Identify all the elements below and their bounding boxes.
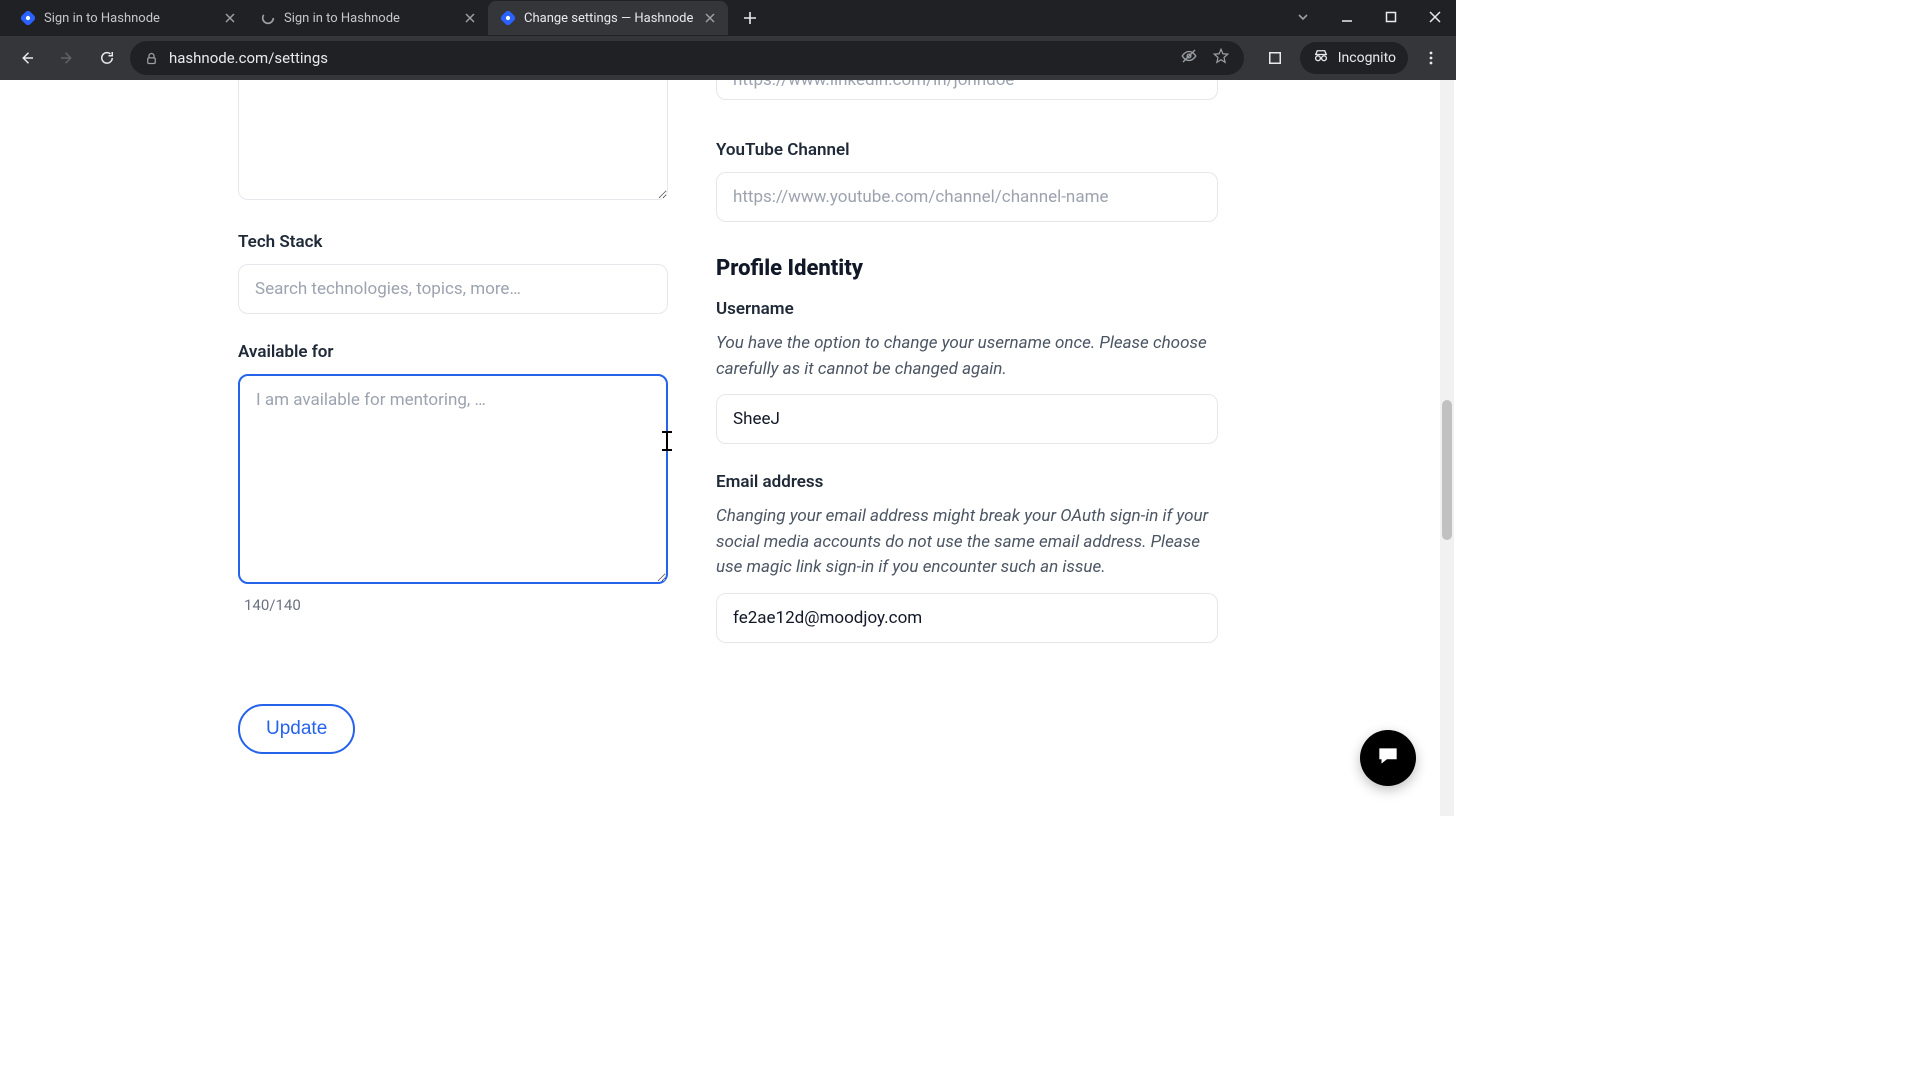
- available-for-label: Available for: [238, 342, 668, 362]
- browser-toolbar: hashnode.com/settings Incognito: [0, 36, 1456, 80]
- close-window-button[interactable]: [1420, 11, 1450, 23]
- reload-button[interactable]: [90, 41, 124, 75]
- chat-launcher-button[interactable]: [1360, 730, 1416, 786]
- loading-spinner-icon: [260, 10, 276, 26]
- incognito-icon: [1312, 47, 1330, 69]
- vertical-scrollbar[interactable]: [1440, 80, 1454, 816]
- lock-icon: [144, 51, 159, 66]
- tab-title: Sign in to Hashnode: [284, 11, 454, 26]
- right-column: https://www.linkedin.com/in/johndoe YouT…: [716, 80, 1218, 754]
- username-note: You have the option to change your usern…: [716, 331, 1218, 382]
- tab-search-icon[interactable]: [1288, 10, 1318, 24]
- email-input[interactable]: [716, 593, 1218, 643]
- linkedin-placeholder: https://www.linkedin.com/in/johndoe: [733, 80, 1014, 90]
- youtube-label: YouTube Channel: [716, 140, 1218, 160]
- browser-tab-0[interactable]: Sign in to Hashnode: [8, 1, 248, 35]
- back-button[interactable]: [10, 41, 44, 75]
- page-viewport: Tech Stack Available for 140/140 Update …: [0, 80, 1456, 816]
- tab-strip: Sign in to Hashnode Sign in to Hashnode …: [0, 0, 1456, 36]
- about-textarea[interactable]: [238, 80, 668, 200]
- profile-identity-title: Profile Identity: [716, 256, 1218, 281]
- minimize-button[interactable]: [1332, 11, 1362, 23]
- email-label: Email address: [716, 472, 1218, 492]
- url-text: hashnode.com/settings: [169, 49, 1170, 67]
- scrollbar-thumb[interactable]: [1442, 400, 1452, 540]
- tech-stack-label: Tech Stack: [238, 232, 668, 252]
- username-input[interactable]: [716, 394, 1218, 444]
- update-button[interactable]: Update: [238, 704, 355, 754]
- eye-off-icon[interactable]: [1180, 47, 1198, 69]
- new-tab-button[interactable]: [736, 4, 764, 32]
- available-for-char-count: 140/140: [244, 596, 668, 614]
- bookmark-star-icon[interactable]: [1212, 47, 1230, 69]
- tab-title: Change settings — Hashnode: [524, 11, 694, 26]
- incognito-badge[interactable]: Incognito: [1300, 42, 1408, 74]
- chat-icon: [1375, 743, 1401, 773]
- username-label: Username: [716, 299, 1218, 319]
- tech-stack-search-input[interactable]: [238, 264, 668, 314]
- close-icon[interactable]: [222, 10, 238, 26]
- incognito-label: Incognito: [1338, 50, 1396, 66]
- chrome-menu-button[interactable]: [1416, 50, 1446, 66]
- browser-chrome: Sign in to Hashnode Sign in to Hashnode …: [0, 0, 1456, 80]
- linkedin-input[interactable]: https://www.linkedin.com/in/johndoe: [716, 80, 1218, 100]
- forward-button[interactable]: [50, 41, 84, 75]
- hashnode-icon: [500, 10, 516, 26]
- address-bar[interactable]: hashnode.com/settings: [130, 41, 1244, 75]
- extensions-icon[interactable]: [1258, 41, 1292, 75]
- youtube-input[interactable]: [716, 172, 1218, 222]
- email-note: Changing your email address might break …: [716, 504, 1218, 581]
- browser-tab-1[interactable]: Sign in to Hashnode: [248, 1, 488, 35]
- tab-title: Sign in to Hashnode: [44, 11, 214, 26]
- close-icon[interactable]: [702, 10, 718, 26]
- browser-tab-2[interactable]: Change settings — Hashnode: [488, 1, 728, 35]
- maximize-button[interactable]: [1376, 11, 1406, 23]
- available-for-textarea[interactable]: [238, 374, 668, 584]
- left-column: Tech Stack Available for 140/140 Update: [238, 80, 668, 754]
- close-icon[interactable]: [462, 10, 478, 26]
- hashnode-icon: [20, 10, 36, 26]
